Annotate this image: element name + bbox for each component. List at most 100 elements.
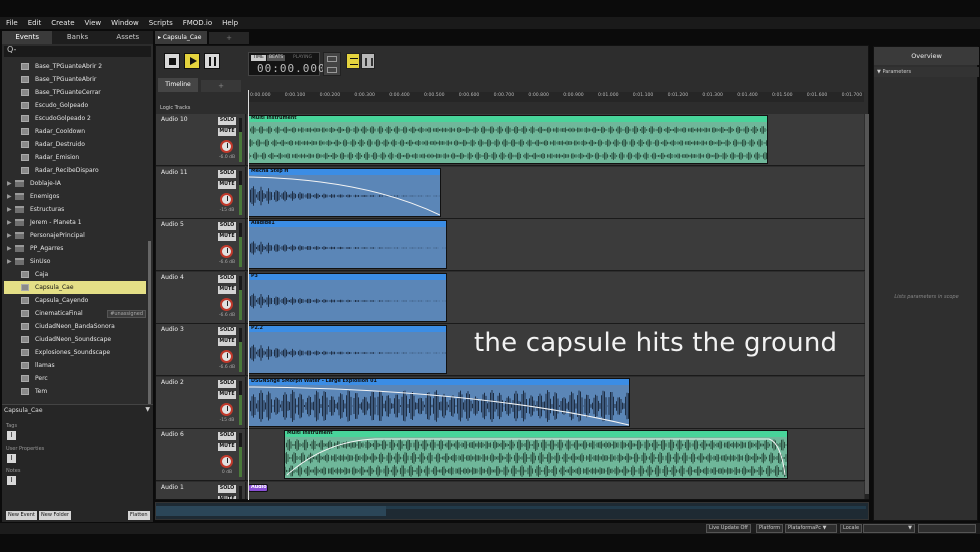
playhead[interactable]: [248, 90, 249, 500]
mute-button[interactable]: MUTE: [218, 390, 236, 399]
solo-button[interactable]: SOLO: [218, 432, 236, 440]
tree-event[interactable]: CinematicaFinal #unassigned: [4, 307, 146, 320]
track-lane[interactable]: Audio: [247, 481, 864, 499]
track-lane[interactable]: Aladide1: [247, 219, 864, 270]
tree-event[interactable]: Perc: [4, 372, 146, 385]
tab-timeline[interactable]: Timeline: [158, 78, 198, 92]
timeline-overview-strip[interactable]: [155, 502, 869, 520]
tree-event[interactable]: Tem: [4, 385, 146, 398]
track-header[interactable]: Audio 1 SOLO MUTE: [156, 481, 246, 499]
tree-folder[interactable]: ▶ Doblaje-IA: [4, 177, 146, 190]
add-tab-button[interactable]: +: [209, 32, 249, 44]
track-lane[interactable]: Mecha Step H: [247, 166, 864, 218]
scroll-thumb[interactable]: [865, 114, 869, 494]
solo-button[interactable]: SOLO: [218, 274, 236, 283]
expand-arrow-icon[interactable]: ▶: [7, 206, 13, 213]
track-header[interactable]: Audio 3 SOLO MUTE -6.6 dB: [156, 324, 246, 375]
loop-toggle[interactable]: [323, 52, 341, 76]
menu-window[interactable]: Window: [111, 19, 139, 27]
volume-knob[interactable]: [220, 140, 233, 153]
tree-event[interactable]: Base_TPGuanteCerrar: [4, 86, 146, 99]
solo-button[interactable]: SOLO: [218, 169, 236, 178]
add-note-button[interactable]: I: [7, 476, 16, 485]
volume-knob[interactable]: [220, 455, 233, 468]
platform-select[interactable]: PlataformaPc ▼: [785, 524, 837, 533]
instrument-region[interactable]: P3: [248, 272, 447, 322]
instrument-region[interactable]: Multi Instrument: [248, 115, 768, 164]
tree-event[interactable]: Capsula_Cayendo: [4, 294, 146, 307]
track-header[interactable]: Audio 2 SOLO MUTE -15 dB: [156, 376, 246, 428]
tree-event[interactable]: Radar_Emision: [4, 151, 146, 164]
tree-event[interactable]: Base_TPGuanteAbrir: [4, 73, 146, 86]
tree-event[interactable]: Caja: [4, 268, 146, 281]
tree-folder[interactable]: ▶ Jerem - Planeta 1: [4, 216, 146, 229]
volume-knob[interactable]: [220, 245, 233, 258]
expand-arrow-icon[interactable]: ▶: [7, 180, 13, 187]
timeline-ruler[interactable]: 0:00.000 0:00.100 0:00.200 0:00.300 0:00.400…: [248, 92, 864, 102]
tree-event[interactable]: Radar_Destruido: [4, 138, 146, 151]
tree-event[interactable]: Radar_RecibeDisparo: [4, 164, 146, 177]
flatten-button[interactable]: Flatten: [128, 511, 150, 520]
menu-fmod-io[interactable]: FMOD.io: [183, 19, 212, 27]
new-event-button[interactable]: New Event: [6, 511, 37, 520]
tree-event[interactable]: Radar_Cooldown: [4, 125, 146, 138]
mute-button[interactable]: MUTE: [218, 443, 236, 451]
locale-select[interactable]: ▼: [863, 524, 915, 533]
mute-button[interactable]: MUTE: [218, 495, 236, 499]
volume-knob[interactable]: [220, 192, 233, 206]
expand-arrow-icon[interactable]: ▶: [7, 193, 13, 200]
volume-knob[interactable]: [220, 402, 233, 416]
instrument-region[interactable]: DSGNSnge 5Morph Water - Large Explosion …: [248, 377, 630, 427]
tab-assets[interactable]: Assets: [103, 31, 153, 44]
mute-button[interactable]: MUTE: [218, 233, 236, 241]
solo-button[interactable]: SOLO: [218, 379, 236, 388]
add-tag-button[interactable]: I: [7, 431, 16, 440]
solo-button[interactable]: SOLO: [218, 222, 236, 230]
collapse-arrow-icon[interactable]: ▼: [145, 406, 150, 413]
play-button[interactable]: [184, 53, 200, 69]
add-subtab-button[interactable]: +: [201, 80, 241, 92]
mute-button[interactable]: MUTE: [218, 180, 236, 189]
track-lane[interactable]: Multi Instrument: [247, 114, 864, 165]
track-header[interactable]: Audio 5 SOLO MUTE -6.6 dB: [156, 219, 246, 270]
tree-folder[interactable]: ▶ Estructuras: [4, 203, 146, 216]
mute-button[interactable]: MUTE: [218, 338, 236, 346]
tree-event[interactable]: CiudadNeon_BandaSonora: [4, 320, 146, 333]
grid-view-button[interactable]: [361, 53, 375, 69]
tree-event[interactable]: Explosiones_Soundscape: [4, 346, 146, 359]
new-folder-button[interactable]: New Folder: [39, 511, 71, 520]
stop-button[interactable]: [164, 53, 180, 69]
solo-button[interactable]: SOLO: [218, 484, 236, 493]
instrument-region[interactable]: Audio: [248, 483, 268, 492]
mute-button[interactable]: MUTE: [218, 128, 236, 136]
track-lane[interactable]: DSGNSnge 5Morph Water - Large Explosion …: [247, 376, 864, 428]
tree-event[interactable]: Base_TPGuanteAbrir 2: [4, 60, 146, 73]
time-display[interactable]: TIME BEATS PLAYING 00:00.000: [248, 52, 325, 76]
mute-button[interactable]: MUTE: [218, 285, 236, 294]
tab-capsula-cae[interactable]: ▸ Capsula_Cae: [155, 31, 207, 44]
volume-knob[interactable]: [220, 350, 233, 363]
instrument-region[interactable]: Aladide1: [248, 220, 447, 269]
expand-arrow-icon[interactable]: ▶: [7, 219, 13, 226]
volume-knob[interactable]: [220, 297, 233, 311]
tree-event[interactable]: CiudadNeon_Soundscape: [4, 333, 146, 346]
tree-folder[interactable]: ▶ SinUso: [4, 255, 146, 268]
tab-events[interactable]: Events: [2, 31, 53, 44]
menu-create[interactable]: Create: [51, 19, 74, 27]
tree-folder[interactable]: ▶ PersonajePrincipal: [4, 229, 146, 242]
menu-edit[interactable]: Edit: [28, 19, 42, 27]
tab-banks[interactable]: Banks: [52, 31, 102, 44]
solo-button[interactable]: SOLO: [218, 327, 236, 335]
parameters-header[interactable]: ▼ Parameters: [874, 67, 979, 77]
tree-folder[interactable]: ▶ PP_Agarres: [4, 242, 146, 255]
instrument-region[interactable]: Mecha Step H: [248, 167, 441, 217]
time-mode-tag[interactable]: TIME: [251, 55, 266, 61]
list-view-button[interactable]: [346, 53, 360, 69]
track-lane[interactable]: Multi Instrument: [247, 429, 864, 480]
solo-button[interactable]: SOLO: [218, 117, 236, 125]
instrument-region[interactable]: P2.2: [248, 325, 447, 374]
expand-arrow-icon[interactable]: ▶: [7, 245, 13, 252]
track-header[interactable]: Audio 6 SOLO MUTE 0 dB: [156, 429, 246, 480]
tracks-scrollbar[interactable]: [865, 114, 869, 499]
tree-event[interactable]: Capsula_Cae: [4, 281, 146, 294]
